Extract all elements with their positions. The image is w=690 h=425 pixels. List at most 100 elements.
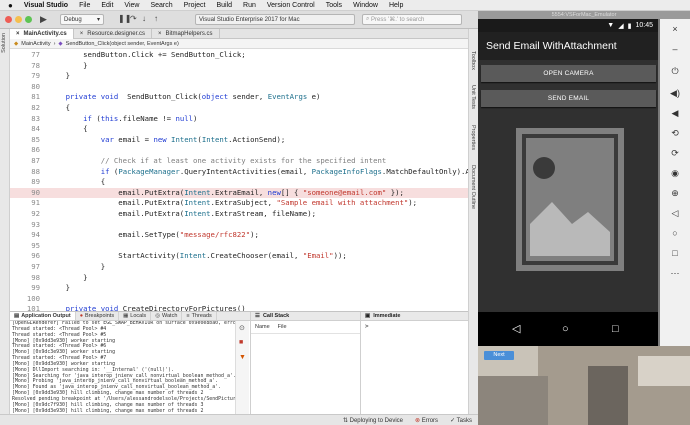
recents-icon[interactable]: □ xyxy=(612,323,619,335)
back-icon[interactable]: ◁ xyxy=(669,207,681,219)
scroll-lock-icon[interactable]: ▼ xyxy=(239,354,246,361)
menu-view[interactable]: View xyxy=(124,2,139,9)
pin-icon[interactable]: ⊙ xyxy=(239,324,245,332)
open-camera-button[interactable]: OPEN CAMERA xyxy=(481,65,656,82)
code-line[interactable]: 80 xyxy=(10,82,468,93)
column-file[interactable]: File xyxy=(278,324,287,330)
code-line[interactable]: 93 xyxy=(10,220,468,231)
code-line[interactable]: 81 private void SendButton_Click(object … xyxy=(10,92,468,103)
immediate-prompt[interactable]: > xyxy=(361,321,468,332)
line-number[interactable]: 88 xyxy=(10,167,40,178)
properties-pad-tab[interactable]: Properties xyxy=(470,125,476,150)
code-line[interactable]: 100 xyxy=(10,294,468,305)
line-number[interactable]: 79 xyxy=(10,71,40,82)
toolbox-pad-tab[interactable]: Toolbox xyxy=(470,51,476,70)
code-line[interactable]: 84 { xyxy=(10,124,468,135)
menu-version-control[interactable]: Version Control xyxy=(267,2,315,9)
code-line[interactable]: 83 if (this.fileName != null) xyxy=(10,114,468,125)
code-line[interactable]: 99 } xyxy=(10,283,468,294)
line-number[interactable]: 99 xyxy=(10,283,40,294)
run-icon[interactable]: ▶ xyxy=(40,14,47,25)
line-number[interactable]: 93 xyxy=(10,220,40,231)
errors-status[interactable]: ⊗ Errors xyxy=(415,417,438,424)
code-line[interactable]: 101 private void CreateDirectoryForPictu… xyxy=(10,304,468,311)
code-line[interactable]: 78 } xyxy=(10,61,468,72)
line-number[interactable]: 92 xyxy=(10,209,40,220)
minimize-icon[interactable]: – xyxy=(669,43,681,55)
menu-project[interactable]: Project xyxy=(184,2,206,9)
step-into-icon[interactable]: ↓ xyxy=(142,14,146,23)
code-line[interactable]: 95 xyxy=(10,241,468,252)
code-line[interactable]: 86 xyxy=(10,145,468,156)
line-number[interactable]: 83 xyxy=(10,114,40,125)
step-out-icon[interactable]: ↑ xyxy=(154,14,158,23)
menu-app[interactable]: Visual Studio xyxy=(24,2,68,9)
menu-file[interactable]: File xyxy=(79,2,90,9)
tab-bitmaphelpers[interactable]: × BitmapHelpers.cs xyxy=(152,29,220,39)
code-line[interactable]: 85 var email = new Intent(Intent.ActionS… xyxy=(10,135,468,146)
menu-tools[interactable]: Tools xyxy=(326,2,342,9)
code-line[interactable]: 96 StartActivity(Intent.CreateChooser(em… xyxy=(10,251,468,262)
camera-icon[interactable]: ◉ xyxy=(669,167,681,179)
back-icon[interactable]: ◁ xyxy=(512,323,520,335)
close-icon[interactable]: × xyxy=(80,31,84,37)
clear-icon[interactable]: ■ xyxy=(239,339,243,346)
line-number[interactable]: 77 xyxy=(10,50,40,61)
rotate-left-icon[interactable]: ⟲ xyxy=(669,127,681,139)
menu-window[interactable]: Window xyxy=(353,2,378,9)
rotate-right-icon[interactable]: ⟳ xyxy=(669,147,681,159)
minimize-window-icon[interactable] xyxy=(15,16,22,23)
tab-mainactivity[interactable]: × MainActivity.cs xyxy=(10,29,74,39)
code-line[interactable]: 98 } xyxy=(10,273,468,284)
solution-pad-tab[interactable]: Solution xyxy=(1,33,7,53)
unit-tests-pad-tab[interactable]: Unit Tests xyxy=(470,85,476,109)
line-number[interactable]: 91 xyxy=(10,198,40,209)
zoom-window-icon[interactable] xyxy=(25,16,32,23)
home-icon[interactable]: ○ xyxy=(562,323,569,335)
close-icon[interactable]: × xyxy=(16,31,20,37)
tab-watch[interactable]: ◎ Watch xyxy=(151,312,183,320)
line-number[interactable]: 81 xyxy=(10,92,40,103)
breadcrumb-method[interactable]: SendButton_Click(object sender, EventArg… xyxy=(66,41,179,47)
tab-application-output[interactable]: ▤ Application Output xyxy=(10,312,76,320)
tab-resource-designer[interactable]: × Resource.designer.cs xyxy=(74,29,152,39)
send-email-button[interactable]: SEND EMAIL xyxy=(481,90,656,107)
configuration-dropdown[interactable]: Debug ▾ xyxy=(60,14,104,25)
code-line[interactable]: 94 email.SetType("message/rfc822"); xyxy=(10,230,468,241)
menu-help[interactable]: Help xyxy=(389,2,403,9)
more-icon[interactable]: ⋯ xyxy=(669,267,681,279)
apple-icon[interactable]: ● xyxy=(8,1,13,10)
menu-edit[interactable]: Edit xyxy=(101,2,113,9)
code-line[interactable]: 97 } xyxy=(10,262,468,273)
menu-build[interactable]: Build xyxy=(216,2,232,9)
tab-threads[interactable]: ≡ Threads xyxy=(182,312,217,320)
line-number[interactable]: 97 xyxy=(10,262,40,273)
code-line[interactable]: 77 sendButton.Click += SendButton_Click; xyxy=(10,50,468,61)
code-line[interactable]: 87 // Check if at least one activity exi… xyxy=(10,156,468,167)
line-number[interactable]: 82 xyxy=(10,103,40,114)
menu-run[interactable]: Run xyxy=(243,2,256,9)
code-line[interactable]: 82 { xyxy=(10,103,468,114)
volume-down-icon[interactable]: ◀ xyxy=(669,107,681,119)
line-number[interactable]: 96 xyxy=(10,251,40,262)
tab-breakpoints[interactable]: ● Breakpoints xyxy=(76,312,120,320)
line-number[interactable]: 86 xyxy=(10,145,40,156)
line-number[interactable]: 98 xyxy=(10,273,40,284)
home-icon[interactable]: ○ xyxy=(669,227,681,239)
document-outline-pad-tab[interactable]: Document Outline xyxy=(470,165,476,209)
line-number[interactable]: 101 xyxy=(10,304,40,311)
zoom-in-icon[interactable]: ⊕ xyxy=(669,187,681,199)
tab-locals[interactable]: ▦ Locals xyxy=(119,312,152,320)
close-icon[interactable]: × xyxy=(669,23,681,35)
line-number[interactable]: 80 xyxy=(10,82,40,93)
line-number[interactable]: 78 xyxy=(10,61,40,72)
line-number[interactable]: 87 xyxy=(10,156,40,167)
close-window-icon[interactable] xyxy=(5,16,12,23)
code-editor[interactable]: 77 sendButton.Click += SendButton_Click;… xyxy=(10,49,468,311)
step-over-icon[interactable]: ↷ xyxy=(130,14,137,23)
line-number[interactable]: 100 xyxy=(10,294,40,305)
breadcrumb-class[interactable]: MainActivity xyxy=(21,41,50,47)
search-input[interactable]: ⌕ Press '⌘.' to search xyxy=(362,14,462,25)
close-icon[interactable]: × xyxy=(158,31,162,37)
tasks-status[interactable]: ✓ Tasks xyxy=(450,417,472,424)
